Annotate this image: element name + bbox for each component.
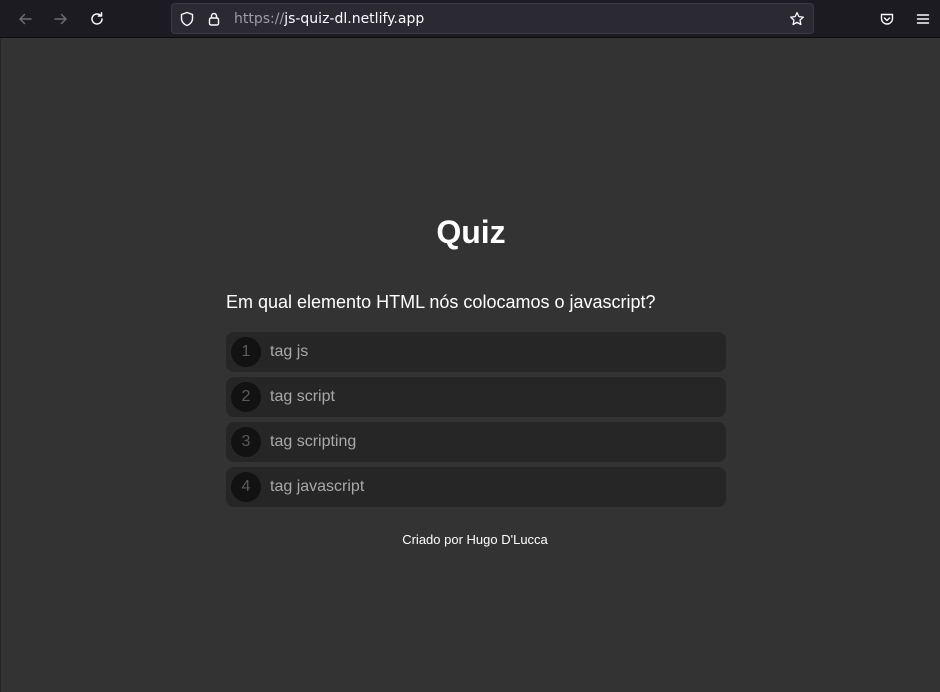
forward-button[interactable] (47, 5, 75, 33)
answer-number: 4 (231, 472, 261, 502)
answer-option-4[interactable]: 4 tag javascript (226, 467, 726, 507)
menu-button[interactable] (909, 5, 937, 33)
url-text[interactable]: https://js-quiz-dl.netlify.app (234, 11, 424, 27)
answer-option-1[interactable]: 1 tag js (226, 332, 726, 372)
answer-option-3[interactable]: 3 tag scripting (226, 422, 726, 462)
answer-option-2[interactable]: 2 tag script (226, 377, 726, 417)
browser-toolbar: https://js-quiz-dl.netlify.app (0, 0, 940, 38)
answer-number: 1 (231, 337, 261, 367)
quiz-title: Quiz (436, 214, 506, 250)
arrow-right-icon (54, 13, 67, 25)
lock-icon[interactable] (206, 11, 222, 27)
arrow-left-icon (19, 13, 32, 25)
pocket-button[interactable] (873, 5, 901, 33)
reload-icon (91, 12, 103, 25)
shield-icon[interactable] (179, 11, 195, 27)
answer-list: 1 tag js 2 tag script 3 tag scripting 4 … (226, 332, 726, 512)
back-button[interactable] (11, 5, 39, 33)
hamburger-menu-icon (916, 14, 930, 24)
star-icon[interactable] (789, 11, 805, 27)
pocket-icon (880, 13, 894, 25)
address-bar[interactable]: https://js-quiz-dl.netlify.app (171, 3, 814, 34)
page-content: Quiz Em qual elemento HTML nós colocamos… (0, 39, 940, 692)
url-scheme: https:// (234, 11, 285, 27)
quiz-question: Em qual elemento HTML nós colocamos o ja… (226, 292, 656, 312)
answer-label: tag scripting (270, 433, 357, 450)
answer-number: 3 (231, 427, 261, 457)
footer-credit: Criado por Hugo D'Lucca (402, 532, 548, 547)
answer-label: tag javascript (270, 478, 365, 495)
answer-label: tag js (270, 343, 309, 360)
reload-button[interactable] (83, 5, 111, 33)
url-host: js-quiz-dl.netlify.app (284, 11, 425, 27)
answer-number: 2 (231, 382, 261, 412)
answer-label: tag script (270, 388, 335, 405)
